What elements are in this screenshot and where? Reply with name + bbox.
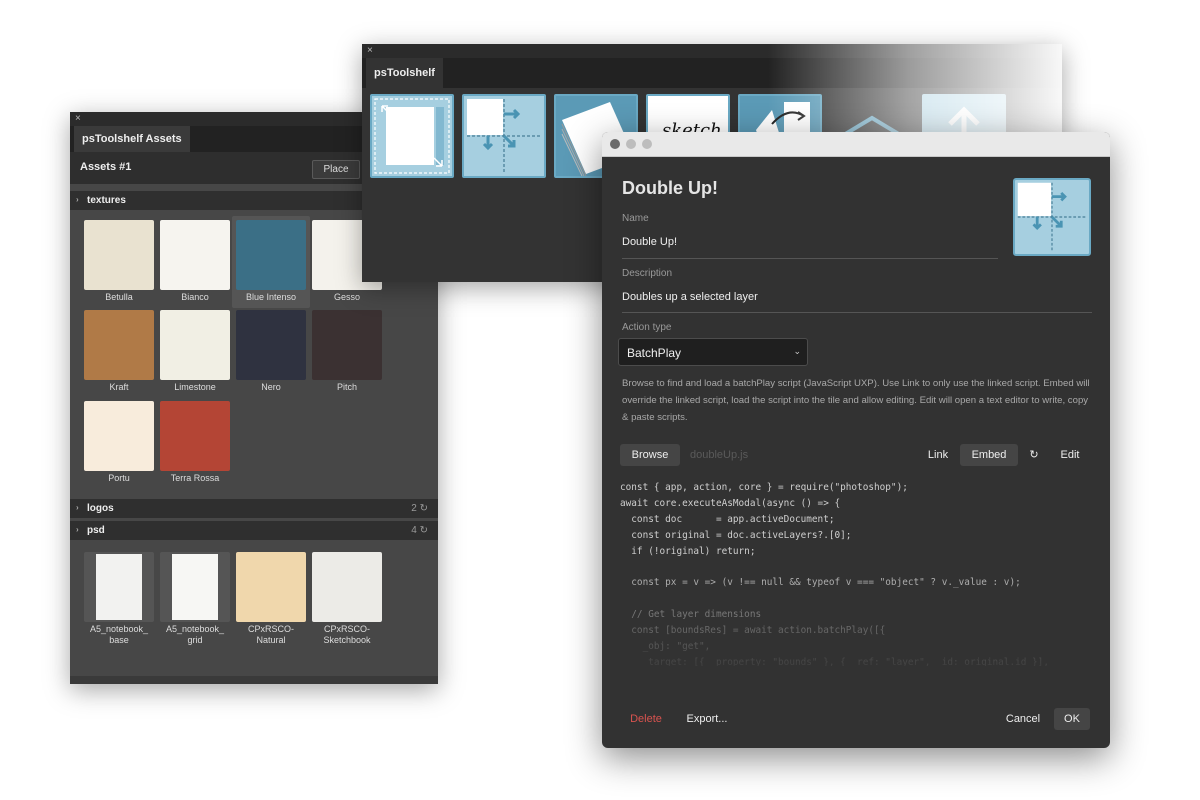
minimize-window-icon[interactable] — [626, 139, 636, 149]
asset-set-title: Assets #1 — [80, 161, 132, 173]
psd-label: CPxRSCO- Sketchbook — [308, 624, 386, 646]
refresh-icon[interactable]: ↻ — [420, 525, 428, 536]
browse-button[interactable]: Browse — [620, 444, 680, 466]
group-psd[interactable]: › psd 4 ↻ — [70, 521, 438, 540]
psd-label-line: A5_notebook_ — [89, 624, 149, 634]
texture-swatch[interactable] — [84, 310, 154, 380]
panel-footer — [70, 676, 438, 684]
zoom-window-icon[interactable] — [642, 139, 652, 149]
export-button[interactable]: Export... — [682, 708, 732, 730]
texture-label: Terra Rossa — [170, 473, 220, 483]
texture-swatch[interactable] — [160, 310, 230, 380]
texture-label: Betulla — [105, 292, 133, 302]
action-type-label: Action type — [622, 322, 672, 333]
psd-label-line: Natural — [256, 635, 286, 645]
action-type-select[interactable]: BatchPlay ⌄ — [618, 338, 808, 366]
page-preview — [172, 554, 218, 620]
psd-label: A5_notebook_ base — [80, 624, 158, 646]
group-label: logos — [87, 503, 114, 514]
description-label: Description — [622, 268, 673, 279]
action-type-value: BatchPlay — [627, 346, 682, 360]
group-label: psd — [87, 525, 105, 536]
double-up-icon — [467, 99, 541, 173]
chevron-right-icon: › — [76, 525, 79, 534]
link-button[interactable]: Link — [922, 444, 954, 466]
texture-label: Blue Intenso — [245, 292, 297, 302]
tab-pstoolshelf[interactable]: psToolshelf — [366, 58, 443, 88]
texture-swatch[interactable] — [236, 310, 306, 380]
texture-label: Pitch — [336, 382, 357, 392]
close-icon[interactable]: × — [75, 113, 81, 124]
psd-label-line: grid — [187, 635, 203, 645]
group-label: textures — [87, 195, 126, 206]
psd-thumbnail[interactable] — [160, 552, 230, 622]
chevron-right-icon: › — [76, 503, 79, 512]
name-input[interactable]: Double Up! — [622, 236, 677, 248]
script-filename: doubleUp.js — [690, 449, 749, 461]
texture-label: Nero — [261, 382, 281, 392]
texture-label: Limestone — [174, 382, 216, 392]
help-text: Browse to find and load a batchPlay scri… — [622, 378, 1090, 423]
page-preview — [96, 554, 142, 620]
psd-label-line: CPxRSCO- — [323, 624, 370, 634]
texture-swatch[interactable] — [312, 310, 382, 380]
refresh-icon[interactable]: ↻ — [1024, 444, 1044, 466]
psd-label: CPxRSCO- Natural — [232, 624, 310, 646]
name-label: Name — [622, 213, 649, 224]
embed-button[interactable]: Embed — [960, 444, 1018, 466]
close-icon[interactable]: × — [367, 45, 373, 56]
psd-label-line: CPxRSCO- — [247, 624, 294, 634]
texture-label: Kraft — [109, 382, 129, 392]
psd-thumbnail[interactable] — [312, 552, 382, 622]
texture-label: Portu — [108, 473, 130, 483]
tile-settings-dialog: Double Up! Name Double Up! Description D… — [602, 132, 1110, 748]
dialog-title: Double Up! — [622, 178, 718, 198]
fit-canvas-icon — [374, 98, 450, 174]
script-code-editor[interactable]: const { app, action, core } = require("p… — [620, 480, 1094, 666]
group-logos[interactable]: › logos 2 ↻ — [70, 499, 438, 518]
double-up-icon — [1017, 182, 1087, 252]
psd-thumbnail[interactable] — [84, 552, 154, 622]
texture-label: Gesso — [333, 292, 360, 302]
texture-label: Bianco — [181, 292, 209, 302]
psd-label: A5_notebook_ grid — [156, 624, 234, 646]
edit-button[interactable]: Edit — [1052, 444, 1088, 466]
group-count: 4 ↻ — [411, 525, 428, 536]
psd-label-line: Sketchbook — [323, 635, 371, 645]
tile-preview[interactable] — [1013, 178, 1091, 256]
delete-button[interactable]: Delete — [624, 708, 668, 730]
name-underline — [622, 258, 998, 259]
ok-button[interactable]: OK — [1054, 708, 1090, 730]
psd-label-line: base — [109, 635, 129, 645]
close-window-icon[interactable] — [610, 139, 620, 149]
texture-swatch[interactable] — [84, 401, 154, 471]
texture-swatch[interactable] — [160, 220, 230, 290]
tab-pstoolshelf-assets[interactable]: psToolshelf Assets — [74, 126, 190, 152]
tile-fit-canvas[interactable] — [370, 94, 454, 178]
texture-swatch[interactable] — [84, 220, 154, 290]
texture-swatch[interactable] — [236, 220, 306, 290]
texture-swatch[interactable] — [160, 401, 230, 471]
toolshelf-titlebar[interactable] — [362, 44, 1062, 58]
refresh-icon[interactable]: ↻ — [420, 503, 428, 514]
chevron-right-icon: › — [76, 195, 79, 204]
chevron-down-icon: ⌄ — [793, 346, 801, 356]
tile-double-up[interactable] — [462, 94, 546, 178]
cancel-button[interactable]: Cancel — [1000, 708, 1046, 730]
toolshelf-tabbar: psToolshelf — [362, 58, 1062, 88]
description-input[interactable]: Doubles up a selected layer — [622, 291, 758, 303]
place-button[interactable]: Place — [312, 160, 360, 179]
psd-thumbnail[interactable] — [236, 552, 306, 622]
description-underline — [622, 312, 1092, 313]
psd-label-line: A5_notebook_ — [165, 624, 225, 634]
dialog-titlebar[interactable] — [602, 132, 1110, 157]
group-count: 2 ↻ — [411, 503, 428, 514]
